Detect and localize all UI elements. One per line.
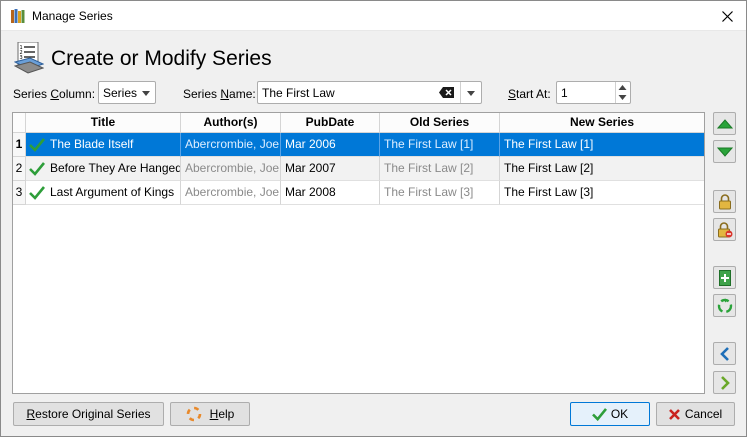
manage-series-dialog: Manage Series 1 2 3 Create or Modify Ser… bbox=[0, 0, 747, 437]
series-name-combo[interactable]: The First Law bbox=[257, 81, 482, 104]
spin-down-icon[interactable] bbox=[618, 94, 627, 101]
title-cell[interactable]: Before They Are Hanged bbox=[26, 157, 181, 181]
title-bar: Manage Series bbox=[1, 1, 746, 31]
arrow-down-icon bbox=[716, 147, 733, 157]
series-column-value: Series bbox=[103, 86, 138, 100]
old-series-cell[interactable]: The First Law [2] bbox=[380, 157, 500, 181]
table-row[interactable]: 3 Last Argument of Kings Abercrombie, Jo… bbox=[13, 181, 704, 205]
title-text: Before They Are Hanged bbox=[50, 161, 181, 175]
new-series-cell[interactable]: The First Law [3] bbox=[500, 181, 704, 205]
add-document-icon bbox=[718, 269, 731, 286]
lock-minus-icon bbox=[717, 221, 732, 237]
help-button[interactable]: Help bbox=[170, 402, 250, 426]
clear-text-icon[interactable] bbox=[439, 87, 454, 98]
column-header-title[interactable]: Title bbox=[26, 113, 181, 133]
help-label-post: elp bbox=[218, 407, 235, 421]
restore-label-post: estore Original Series bbox=[35, 407, 151, 421]
column-header-pubdate[interactable]: PubDate bbox=[281, 113, 380, 133]
spin-up-icon[interactable] bbox=[618, 84, 627, 91]
move-down-button[interactable] bbox=[713, 140, 736, 163]
series-name-value: The First Law bbox=[262, 86, 335, 100]
column-header-old-series[interactable]: Old Series bbox=[380, 113, 500, 133]
add-series-button[interactable] bbox=[713, 266, 736, 289]
help-lifebuoy-icon bbox=[186, 406, 201, 422]
library-books-icon bbox=[11, 9, 25, 23]
chevron-right-icon bbox=[720, 375, 730, 390]
series-name-label: Series Name: bbox=[183, 87, 256, 101]
check-icon bbox=[29, 162, 45, 176]
series-column-select[interactable]: Series bbox=[98, 81, 156, 104]
recycle-button[interactable] bbox=[713, 294, 736, 317]
close-icon bbox=[721, 10, 733, 22]
author-cell[interactable]: Abercrombie, Joe bbox=[181, 181, 281, 205]
old-series-cell[interactable]: The First Law [3] bbox=[380, 181, 500, 205]
cancel-button[interactable]: Cancel bbox=[656, 402, 735, 426]
old-series-cell[interactable]: The First Law [1] bbox=[380, 133, 500, 157]
recycle-icon bbox=[717, 298, 732, 313]
pubdate-cell[interactable]: Mar 2008 bbox=[281, 181, 380, 205]
lock-delete-button[interactable] bbox=[713, 218, 736, 241]
cancel-x-icon bbox=[668, 408, 680, 420]
help-label-key: H bbox=[209, 407, 219, 421]
column-header-new-series[interactable]: New Series bbox=[500, 113, 704, 133]
corner-cell[interactable] bbox=[13, 113, 26, 133]
row-number[interactable]: 1 bbox=[13, 133, 26, 157]
check-icon bbox=[29, 138, 45, 152]
title-text: The Blade Itself bbox=[50, 137, 134, 151]
table-row[interactable]: 2 Before They Are Hanged Abercrombie, Jo… bbox=[13, 157, 704, 181]
ok-label: OK bbox=[610, 407, 629, 421]
start-at-value: 1 bbox=[561, 86, 568, 100]
restore-label-key: R bbox=[26, 407, 36, 421]
author-cell[interactable]: Abercrombie, Joe bbox=[181, 157, 281, 181]
previous-button[interactable] bbox=[713, 342, 736, 365]
title-text: Last Argument of Kings bbox=[50, 185, 175, 199]
close-button[interactable] bbox=[708, 1, 746, 31]
ok-button[interactable]: OK bbox=[570, 402, 650, 426]
next-button[interactable] bbox=[713, 371, 736, 394]
chevron-down-icon bbox=[142, 91, 150, 96]
numbered-list-books-icon: 1 2 3 bbox=[14, 42, 44, 74]
series-column-label: Series Column: bbox=[13, 87, 96, 101]
lock-icon bbox=[718, 193, 731, 209]
table-row[interactable]: 1 The Blade Itself Abercrombie, Joe Mar … bbox=[13, 133, 704, 157]
pubdate-cell[interactable]: Mar 2006 bbox=[281, 133, 380, 157]
move-up-button[interactable] bbox=[713, 112, 736, 135]
author-cell[interactable]: Abercrombie, Joe bbox=[181, 133, 281, 157]
column-header-authors[interactable]: Author(s) bbox=[181, 113, 281, 133]
row-number[interactable]: 3 bbox=[13, 181, 26, 205]
arrow-up-icon bbox=[716, 118, 733, 128]
cancel-label: Cancel bbox=[684, 407, 723, 421]
chevron-left-icon bbox=[719, 346, 729, 361]
chevron-down-icon[interactable] bbox=[467, 91, 475, 96]
title-cell[interactable]: Last Argument of Kings bbox=[26, 181, 181, 205]
new-series-cell[interactable]: The First Law [1] bbox=[500, 133, 704, 157]
table-header: Title Author(s) PubDate Old Series New S… bbox=[13, 113, 704, 133]
start-at-label: Start At: bbox=[508, 87, 551, 101]
lock-button[interactable] bbox=[713, 190, 736, 213]
row-number[interactable]: 2 bbox=[13, 157, 26, 181]
pubdate-cell[interactable]: Mar 2007 bbox=[281, 157, 380, 181]
check-icon bbox=[29, 186, 45, 200]
page-title: Create or Modify Series bbox=[51, 47, 272, 70]
check-icon bbox=[591, 407, 607, 421]
start-at-spinbox[interactable]: 1 bbox=[556, 81, 631, 104]
series-table: Title Author(s) PubDate Old Series New S… bbox=[12, 112, 705, 394]
window-title: Manage Series bbox=[32, 9, 113, 23]
title-cell[interactable]: The Blade Itself bbox=[26, 133, 181, 157]
new-series-cell[interactable]: The First Law [2] bbox=[500, 157, 704, 181]
restore-original-series-button[interactable]: Restore Original Series bbox=[13, 402, 164, 426]
